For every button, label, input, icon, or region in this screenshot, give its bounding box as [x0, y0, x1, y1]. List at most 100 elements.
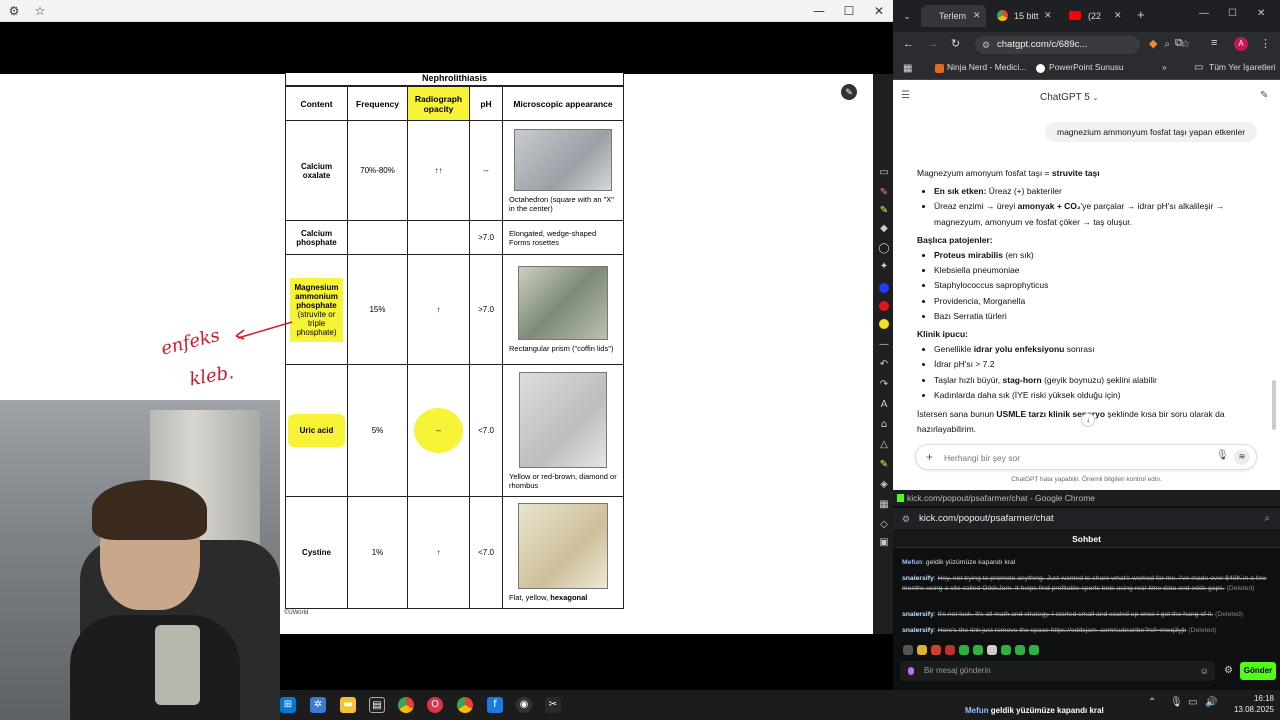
chrome-active-icon[interactable] — [457, 697, 473, 713]
emote-icon[interactable] — [1001, 645, 1011, 655]
color-blue-swatch[interactable] — [879, 283, 889, 293]
maximize-icon[interactable]: ☐ — [840, 3, 858, 19]
edit-pen-icon[interactable]: ✎ — [841, 84, 857, 100]
profile-avatar[interactable]: A — [1234, 37, 1248, 51]
lasso-icon[interactable]: ◯ — [877, 242, 891, 256]
emote-icon[interactable] — [903, 645, 913, 655]
tab-close-icon[interactable]: ✕ — [973, 10, 981, 21]
site-info-icon[interactable]: ⚙ — [902, 508, 910, 530]
screen-icon[interactable]: ▭ — [877, 166, 891, 180]
chat-username[interactable]: snalersify — [902, 611, 934, 618]
apps-grid-icon[interactable]: ▦ — [903, 63, 912, 74]
chat-username[interactable]: Mefun — [902, 559, 922, 566]
reload-icon[interactable]: ↻ — [951, 37, 960, 50]
chat-settings-icon[interactable]: ⚙ — [1224, 665, 1233, 676]
emote-icon[interactable] — [973, 645, 983, 655]
forward-icon[interactable]: → — [927, 38, 938, 50]
line-width-icon[interactable]: — — [877, 338, 891, 352]
color-yellow-swatch[interactable] — [879, 319, 889, 329]
new-tab-icon[interactable]: + — [1137, 7, 1145, 22]
row-ph: >7.0 — [469, 220, 503, 255]
app-f-icon[interactable]: f — [487, 697, 503, 713]
terminal-icon[interactable]: ▤ — [369, 697, 385, 713]
star-icon[interactable]: ☆ — [31, 3, 49, 19]
emoji-icon[interactable]: ☺ — [1200, 661, 1209, 681]
color-red-swatch[interactable] — [879, 301, 889, 311]
bookmark-all[interactable]: Tüm Yer İşaretleri — [1209, 62, 1276, 72]
emote-icon[interactable] — [987, 645, 997, 655]
site-info-icon[interactable]: ⚙ — [982, 36, 990, 54]
volume-icon[interactable]: 🔊 — [1205, 697, 1217, 708]
chrome-icon[interactable] — [398, 697, 414, 713]
app-icon[interactable]: ✲ — [310, 697, 326, 713]
text-icon[interactable]: A — [877, 398, 891, 412]
layers-icon[interactable]: ◇ — [877, 518, 891, 532]
fill-icon[interactable]: ◈ — [877, 478, 891, 492]
maximize-icon[interactable]: ☐ — [1228, 8, 1237, 19]
highlight-pen-icon[interactable]: ✎ — [877, 458, 891, 472]
media-icon[interactable]: ≡ — [1211, 37, 1217, 49]
back-icon[interactable]: ← — [903, 38, 914, 50]
chat-input[interactable] — [944, 451, 1194, 465]
chat-input-box[interactable]: + 🎙 ≋ — [915, 444, 1257, 470]
start-icon[interactable]: ⊞ — [280, 697, 296, 713]
snip-icon[interactable]: ✂ — [545, 697, 561, 713]
undo-icon[interactable]: ↶ — [877, 358, 891, 372]
system-clock[interactable]: 16:18 13.08.2025 — [1222, 693, 1274, 715]
tab-youtube[interactable]: (22 — [1070, 5, 1114, 27]
scroll-down-icon[interactable]: ↓ — [1081, 413, 1095, 427]
emote-icon[interactable] — [917, 645, 927, 655]
minimize-icon[interactable]: — — [810, 3, 828, 19]
chat-input-box[interactable]: Bir mesaj gönderin ☺ — [900, 661, 1215, 681]
plus-icon[interactable]: + — [926, 450, 933, 464]
new-chat-icon[interactable]: ✎ — [1260, 90, 1268, 101]
emote-icon[interactable] — [1029, 645, 1039, 655]
network-icon[interactable]: ▭ — [1188, 697, 1197, 708]
pencil-icon[interactable]: ✎ — [877, 186, 891, 200]
search-icon[interactable]: ⌕ — [1164, 36, 1170, 54]
tab-close-icon[interactable]: ✕ — [1044, 10, 1052, 21]
emote-icon[interactable] — [1015, 645, 1025, 655]
opera-icon[interactable]: O — [427, 697, 443, 713]
tab-close-icon[interactable]: ✕ — [1114, 10, 1122, 21]
microphone-icon[interactable]: 🎙 — [1216, 450, 1229, 461]
emote-icon[interactable] — [945, 645, 955, 655]
highlighter-icon[interactable]: ✎ — [877, 204, 891, 218]
microphone-icon[interactable]: 🎙 — [1170, 697, 1183, 708]
bookmark-star-icon[interactable]: ☆ — [1181, 36, 1190, 54]
sidebar-toggle-icon[interactable]: ☰ — [901, 90, 910, 101]
capture-icon[interactable]: ▣ — [877, 536, 891, 550]
magic-icon[interactable]: ✦ — [877, 260, 891, 274]
close-icon[interactable]: ✕ — [1257, 8, 1265, 19]
chat-username[interactable]: snalersify — [902, 575, 934, 582]
chat-scrollbar[interactable] — [1272, 380, 1276, 430]
marker-icon[interactable]: ⌂ — [877, 418, 891, 432]
file-explorer-icon[interactable]: ▬ — [340, 697, 356, 713]
tray-chevron-icon[interactable]: ⌃ — [1148, 697, 1156, 708]
extension-icon[interactable]: ◆ — [1149, 37, 1157, 50]
grid-icon[interactable]: ▦ — [877, 498, 891, 512]
eraser-icon[interactable]: ◆ — [877, 222, 891, 236]
tab-search-icon[interactable]: ⌄ — [899, 8, 915, 24]
close-icon[interactable]: ✕ — [870, 3, 888, 19]
chat-username[interactable]: snalersify — [902, 627, 934, 634]
emote-icon[interactable] — [931, 645, 941, 655]
annotation-toolbar: ▭ ✎ ✎ ◆ ◯ ✦ — ↶ ↷ A ⌂ △ ✎ ◈ ▦ ◇ ▣ — [875, 100, 893, 550]
emote-icon[interactable] — [959, 645, 969, 655]
voice-mode-icon[interactable]: ≋ — [1234, 449, 1250, 465]
minimize-icon[interactable]: — — [1199, 8, 1209, 19]
kick-address-bar[interactable]: ⚙ kick.com/popout/psafarmer/chat ⌕ — [893, 508, 1280, 530]
bookmark-ninja-nerd[interactable]: Ninja Nerd - Medici... — [947, 62, 1026, 72]
shape-icon[interactable]: △ — [877, 438, 891, 452]
zoom-icon[interactable]: ⌕ — [1264, 508, 1270, 530]
bookmarks-overflow-icon[interactable]: » — [1162, 62, 1167, 72]
redo-icon[interactable]: ↷ — [877, 378, 891, 392]
bookmark-powerpoint[interactable]: PowerPoint Sunusu — [1049, 62, 1124, 72]
address-bar[interactable]: ⚙ chatgpt.com/c/689c... ⌕ ☆ — [975, 36, 1190, 54]
kick-window-title: kick.com/popout/psafarmer/chat - Google … — [893, 490, 1280, 506]
steam-icon[interactable]: ◉ — [516, 697, 532, 713]
settings-icon[interactable]: ⚙ — [5, 3, 23, 19]
send-button[interactable]: Gönder — [1240, 662, 1276, 680]
model-selector[interactable]: ChatGPT 5 ⌄ — [1040, 92, 1099, 103]
menu-icon[interactable]: ⋮ — [1260, 37, 1271, 50]
